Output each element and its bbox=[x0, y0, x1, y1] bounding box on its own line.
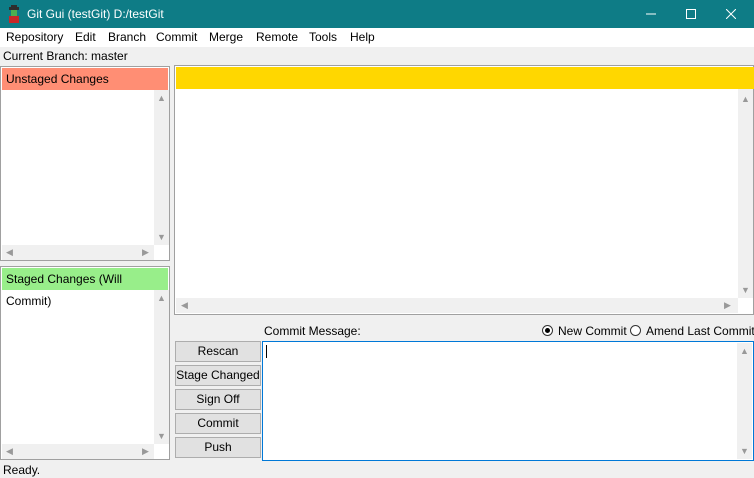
new-commit-radio[interactable] bbox=[542, 325, 553, 336]
unstaged-vertical-scrollbar[interactable]: ▲ ▼ bbox=[154, 90, 169, 245]
scroll-up-icon: ▲ bbox=[741, 94, 750, 104]
window-title: Git Gui (testGit) D:/testGit bbox=[27, 7, 164, 21]
rescan-button[interactable]: Rescan bbox=[175, 341, 261, 362]
commit-message-scrollbar[interactable]: ▲ ▼ bbox=[737, 343, 752, 459]
current-branch-label: Current Branch: master bbox=[3, 49, 128, 63]
amend-commit-radio[interactable] bbox=[630, 325, 641, 336]
menu-merge[interactable]: Merge bbox=[209, 30, 243, 44]
scroll-right-icon: ▶ bbox=[724, 300, 731, 310]
scroll-up-icon: ▲ bbox=[157, 293, 166, 303]
staged-changes-header: Staged Changes (Will Commit) bbox=[2, 268, 168, 308]
amend-commit-label: Amend Last Commit bbox=[646, 324, 754, 338]
scroll-down-icon: ▼ bbox=[740, 446, 749, 456]
diff-viewer[interactable]: ▲ ▼ ◀ ▶ bbox=[174, 65, 754, 315]
menu-help[interactable]: Help bbox=[350, 30, 375, 44]
scroll-down-icon: ▼ bbox=[157, 232, 166, 242]
diff-horizontal-scrollbar[interactable]: ◀ ▶ bbox=[176, 298, 738, 313]
menu-bar: Repository Edit Branch Commit Merge Remo… bbox=[0, 28, 754, 47]
menu-branch[interactable]: Branch bbox=[108, 30, 146, 44]
unstaged-changes-header: Unstaged Changes bbox=[2, 68, 168, 90]
commit-message-label: Commit Message: bbox=[264, 324, 361, 338]
title-bar: Git Gui (testGit) D:/testGit bbox=[0, 0, 754, 28]
menu-commit[interactable]: Commit bbox=[156, 30, 197, 44]
scroll-left-icon: ◀ bbox=[6, 446, 13, 456]
staged-vertical-scrollbar[interactable]: ▲ ▼ bbox=[154, 290, 169, 444]
menu-tools[interactable]: Tools bbox=[309, 30, 337, 44]
maximize-icon bbox=[686, 9, 696, 19]
staged-horizontal-scrollbar[interactable]: ◀ ▶ bbox=[2, 444, 154, 459]
scroll-up-icon: ▲ bbox=[740, 346, 749, 356]
close-button[interactable] bbox=[708, 0, 754, 28]
scroll-down-icon: ▼ bbox=[157, 431, 166, 441]
stage-changed-button[interactable]: Stage Changed bbox=[175, 365, 261, 386]
text-cursor bbox=[266, 345, 267, 358]
commit-button[interactable]: Commit bbox=[175, 413, 261, 434]
menu-repository[interactable]: Repository bbox=[6, 30, 63, 44]
menu-edit[interactable]: Edit bbox=[75, 30, 96, 44]
scroll-down-icon: ▼ bbox=[741, 285, 750, 295]
minimize-icon bbox=[646, 13, 656, 15]
git-gui-icon bbox=[9, 5, 19, 23]
menu-remote[interactable]: Remote bbox=[256, 30, 298, 44]
push-button[interactable]: Push bbox=[175, 437, 261, 458]
scroll-up-icon: ▲ bbox=[157, 93, 166, 103]
unstaged-horizontal-scrollbar[interactable]: ◀ ▶ bbox=[2, 245, 154, 260]
scroll-left-icon: ◀ bbox=[6, 247, 13, 257]
close-icon bbox=[726, 9, 736, 19]
staged-changes-panel: Staged Changes (Will Commit) ▲ ▼ ◀ ▶ bbox=[0, 266, 170, 460]
status-text: Ready. bbox=[3, 463, 41, 477]
unstaged-changes-panel: Unstaged Changes ▲ ▼ ◀ ▶ bbox=[0, 66, 170, 261]
diff-header-bar bbox=[176, 67, 754, 89]
scroll-right-icon: ▶ bbox=[142, 247, 149, 257]
sign-off-button[interactable]: Sign Off bbox=[175, 389, 261, 410]
scroll-left-icon: ◀ bbox=[181, 300, 188, 310]
diff-vertical-scrollbar[interactable]: ▲ ▼ bbox=[738, 89, 753, 298]
new-commit-label: New Commit bbox=[558, 324, 627, 338]
scroll-right-icon: ▶ bbox=[142, 446, 149, 456]
commit-message-input[interactable]: ▲ ▼ bbox=[262, 341, 754, 461]
